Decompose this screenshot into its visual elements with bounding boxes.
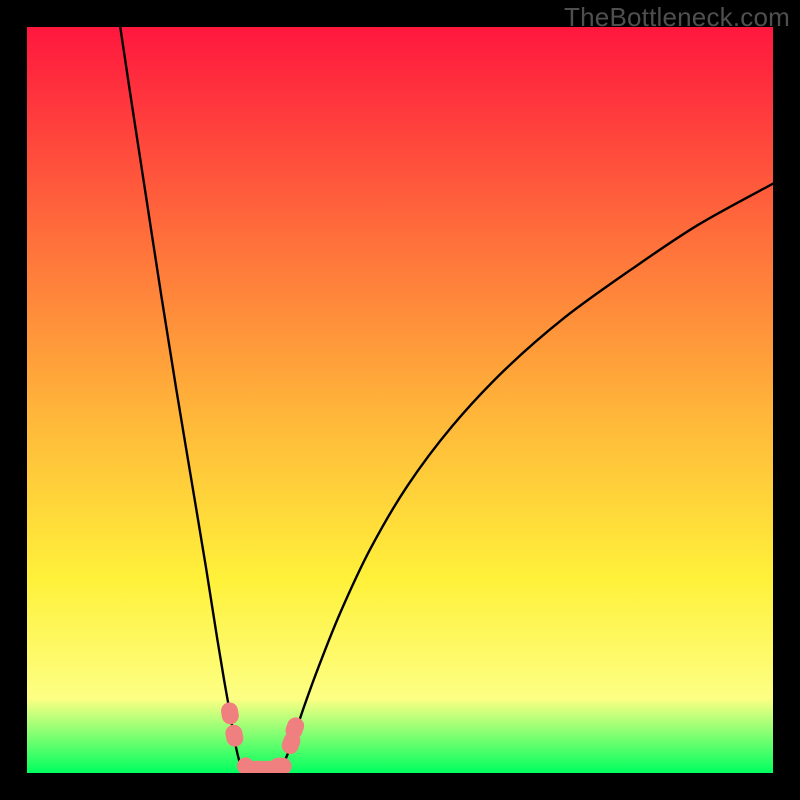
- watermark-text: TheBottleneck.com: [564, 2, 790, 33]
- gradient-background: [27, 27, 773, 773]
- outer-frame: TheBottleneck.com: [0, 0, 800, 800]
- chart-plot: [27, 27, 773, 773]
- marker-floor-d: [270, 758, 292, 773]
